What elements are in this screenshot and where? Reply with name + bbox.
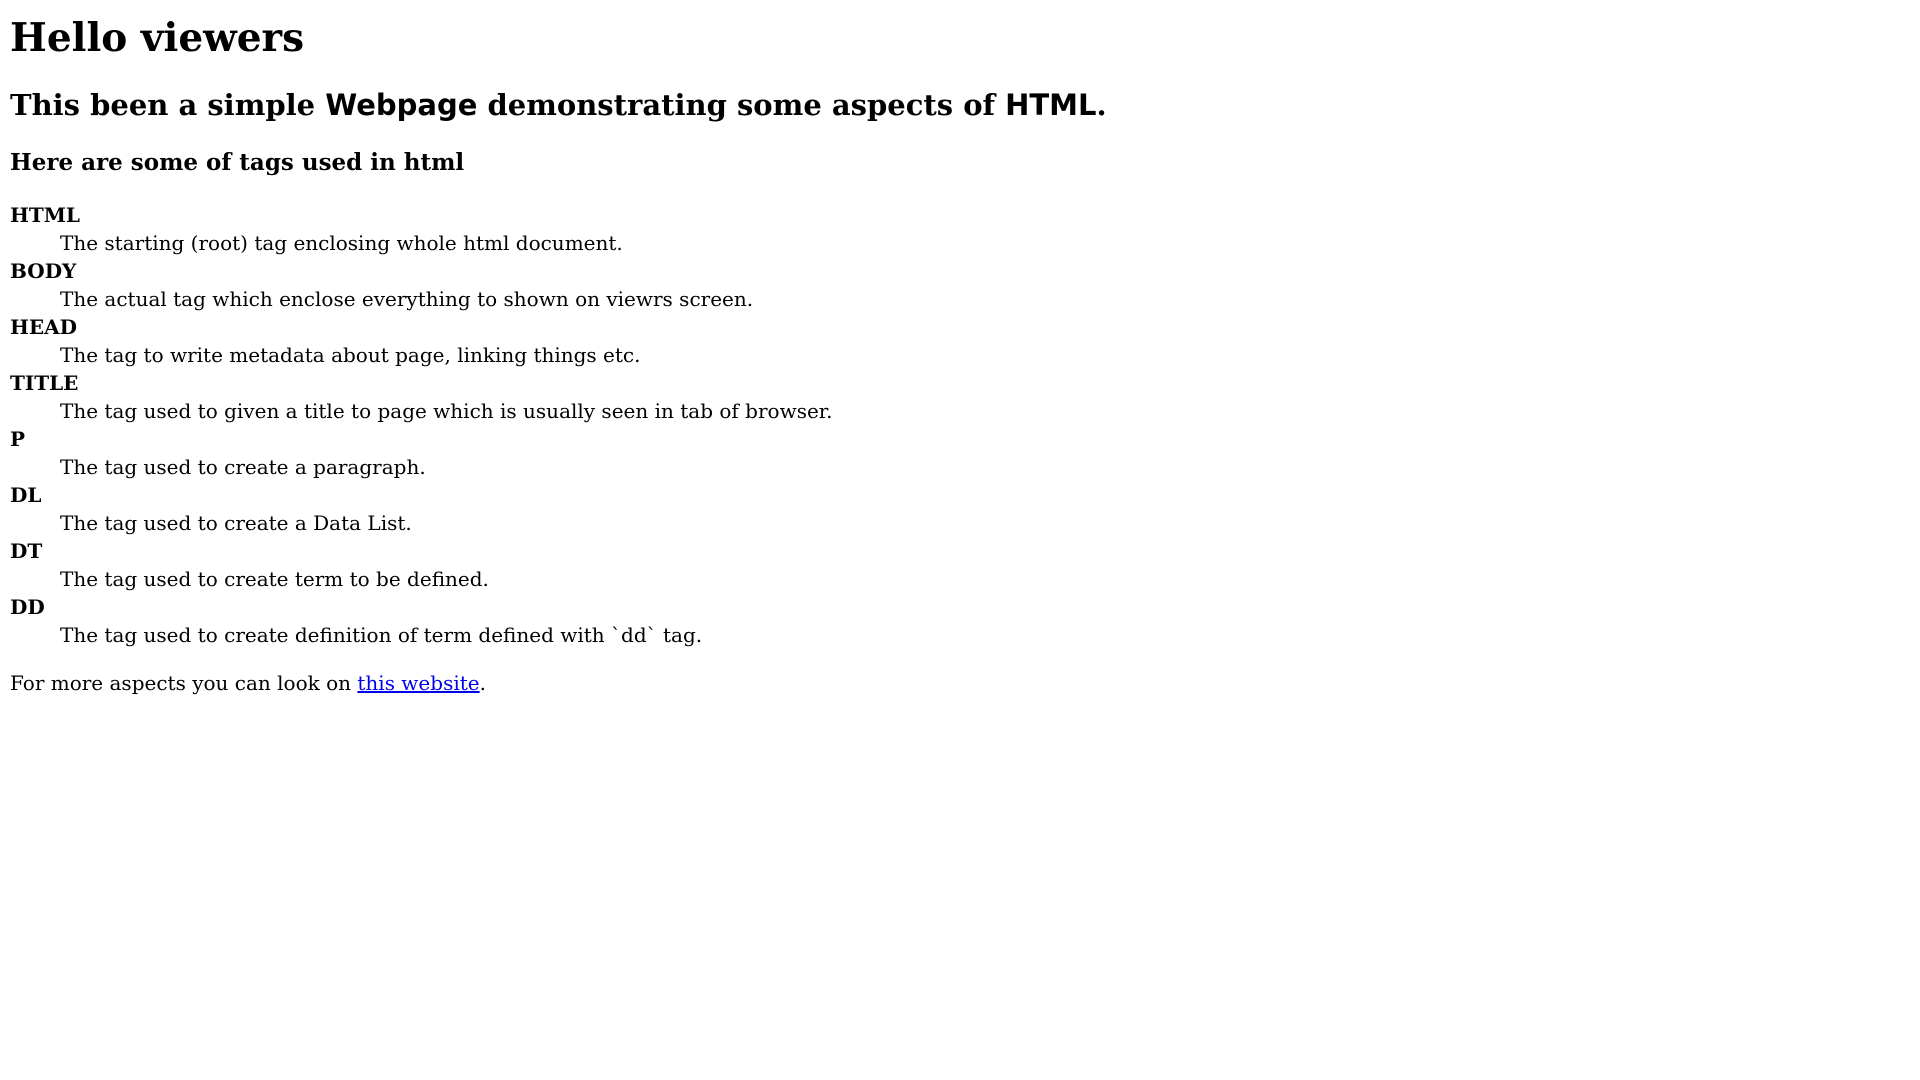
footer-paragraph: For more aspects you can look on this we… (10, 669, 1910, 697)
page-heading: Hello viewers (10, 15, 305, 61)
tags-heading: Here are some of tags used in html (10, 149, 465, 176)
tag-term-dt: DT (10, 539, 43, 563)
tags-definition-list: HTML The starting (root) tag enclosing w… (10, 201, 1910, 649)
tag-definition-body: The actual tag which enclose everything … (60, 287, 754, 311)
website-link[interactable]: this website (357, 671, 479, 695)
tag-definition-html: The starting (root) tag enclosing whole … (60, 231, 623, 255)
tag-term-dd: DD (10, 595, 45, 619)
subheading-text-2: demonstrating some aspects of (477, 88, 1006, 122)
tag-definition-dt: The tag used to create term to be define… (60, 567, 489, 591)
page: Hello viewers This been a simple Webpage… (0, 0, 1920, 1080)
tag-definition-head: The tag to write metadata about page, li… (60, 343, 641, 367)
tag-term-body: BODY (10, 259, 77, 283)
footer-prefix: For more aspects you can look on (10, 671, 358, 695)
tag-definition-dl: The tag used to create a Data List. (60, 511, 412, 535)
tag-term-title: TITLE (10, 371, 79, 395)
tag-definition-title: The tag used to given a title to page wh… (60, 399, 833, 423)
page-subheading: This been a simple Webpage demonstrating… (10, 85, 1910, 125)
subheading-html-mark: HTML (1005, 88, 1097, 122)
tag-definition-p: The tag used to create a paragraph. (60, 455, 426, 479)
tag-term-head: HEAD (10, 315, 78, 339)
tag-term-dl: DL (10, 483, 42, 507)
subheading-text-3: . (1096, 88, 1107, 122)
footer-suffix: . (479, 671, 486, 695)
subheading-text-1: This been a simple (10, 88, 326, 122)
tag-definition-dd: The tag used to create definition of ter… (60, 623, 703, 647)
tag-term-html: HTML (10, 203, 80, 227)
tag-term-p: P (10, 427, 26, 451)
subheading-webpage-mark: Webpage (325, 88, 478, 122)
